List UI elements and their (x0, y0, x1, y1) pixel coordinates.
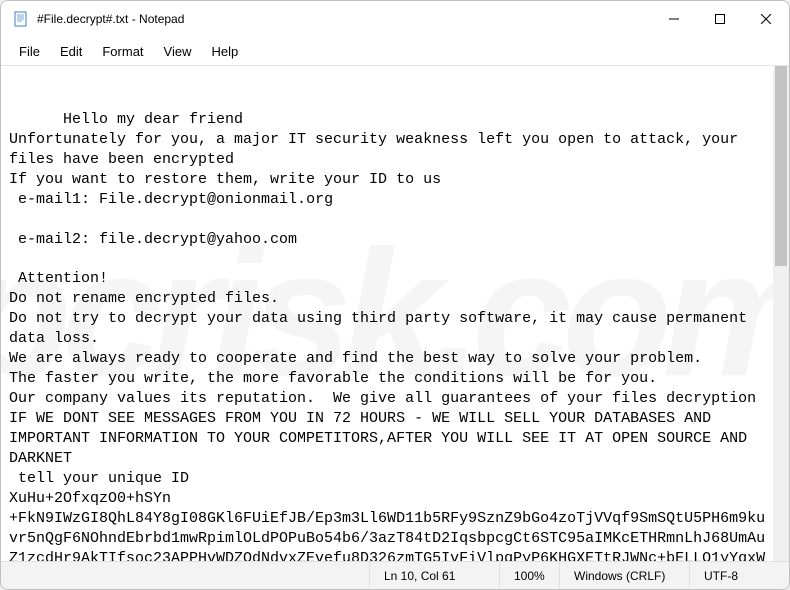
notepad-window: #File.decrypt#.txt - Notepad File Edit F… (0, 0, 790, 590)
menu-format[interactable]: Format (92, 41, 153, 62)
minimize-button[interactable] (651, 1, 697, 37)
status-spacer (1, 562, 369, 589)
scrollbar-thumb[interactable] (775, 66, 787, 266)
menu-edit[interactable]: Edit (50, 41, 92, 62)
menubar: File Edit Format View Help (1, 37, 789, 65)
maximize-icon (715, 14, 725, 24)
vertical-scrollbar[interactable] (773, 66, 789, 561)
editor-wrapper: pcrisk.com Hello my dear friend Unfortun… (1, 65, 789, 561)
menu-help[interactable]: Help (201, 41, 248, 62)
notepad-app-icon (13, 11, 29, 27)
statusbar: Ln 10, Col 61 100% Windows (CRLF) UTF-8 (1, 561, 789, 589)
close-button[interactable] (743, 1, 789, 37)
maximize-button[interactable] (697, 1, 743, 37)
minimize-icon (669, 14, 679, 24)
close-icon (761, 14, 771, 24)
text-editor[interactable]: pcrisk.com Hello my dear friend Unfortun… (1, 66, 773, 561)
window-controls (651, 1, 789, 37)
status-zoom: 100% (499, 562, 559, 589)
document-text: Hello my dear friend Unfortunately for y… (9, 111, 765, 561)
window-title: #File.decrypt#.txt - Notepad (37, 12, 651, 26)
status-line-ending: Windows (CRLF) (559, 562, 689, 589)
menu-file[interactable]: File (9, 41, 50, 62)
status-encoding: UTF-8 (689, 562, 789, 589)
titlebar: #File.decrypt#.txt - Notepad (1, 1, 789, 37)
menu-view[interactable]: View (154, 41, 202, 62)
status-cursor-position: Ln 10, Col 61 (369, 562, 499, 589)
